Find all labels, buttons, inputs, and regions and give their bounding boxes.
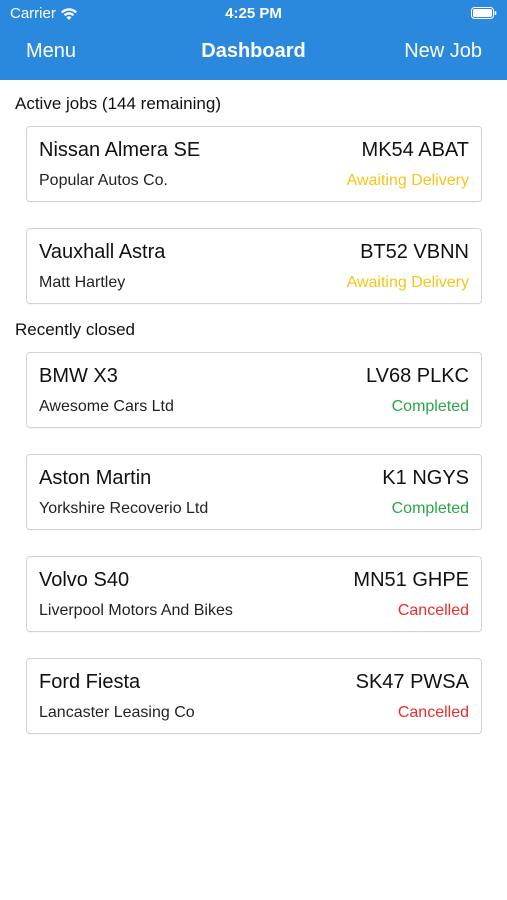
vehicle-name: BMW X3 [39, 365, 118, 387]
job-card[interactable]: Volvo S40 MN51 GHPE Liverpool Motors And… [26, 556, 482, 632]
new-job-button[interactable]: New Job [404, 40, 482, 63]
vehicle-name: Aston Martin [39, 467, 152, 489]
status-label: Awaiting Delivery [346, 172, 469, 189]
registration-plate: SK47 PWSA [355, 671, 469, 693]
customer-name: Lancaster Leasing Co [39, 704, 195, 721]
vehicle-name: Ford Fiesta [39, 671, 141, 693]
customer-name: Liverpool Motors And Bikes [39, 602, 233, 619]
status-bar: Carrier 4:25 PM [0, 0, 507, 28]
registration-plate: MN51 GHPE [353, 569, 469, 591]
registration-plate: K1 NGYS [382, 467, 469, 489]
customer-name: Popular Autos Co. [39, 172, 168, 189]
status-label: Completed [391, 398, 469, 415]
registration-plate: MK54 ABAT [361, 139, 469, 161]
customer-name: Yorkshire Recoverio Ltd [39, 500, 209, 517]
job-card[interactable]: Nissan Almera SE MK54 ABAT Popular Autos… [26, 126, 482, 202]
active-jobs-header: Active jobs (144 remaining) [15, 94, 221, 113]
job-card[interactable]: Vauxhall Astra BT52 VBNN Matt Hartley Aw… [26, 228, 482, 304]
job-card[interactable]: BMW X3 LV68 PLKC Awesome Cars Ltd Comple… [26, 352, 482, 428]
vehicle-name: Nissan Almera SE [39, 139, 201, 161]
vehicle-name: Volvo S40 [39, 569, 130, 591]
status-label: Cancelled [397, 704, 469, 721]
customer-name: Matt Hartley [39, 274, 126, 291]
registration-plate: BT52 VBNN [360, 241, 469, 263]
battery-icon [471, 7, 497, 19]
vehicle-name: Vauxhall Astra [39, 241, 166, 263]
registration-plate: LV68 PLKC [365, 365, 469, 387]
job-card[interactable]: Ford Fiesta SK47 PWSA Lancaster Leasing … [26, 658, 482, 734]
customer-name: Awesome Cars Ltd [39, 398, 174, 415]
status-label: Completed [391, 500, 469, 517]
job-card[interactable]: Aston Martin K1 NGYS Yorkshire Recoverio… [26, 454, 482, 530]
status-label: Awaiting Delivery [346, 274, 469, 291]
clock: 4:25 PM [225, 5, 282, 22]
status-label: Cancelled [397, 602, 469, 619]
recently-closed-header: Recently closed [15, 320, 136, 339]
top-bar: Carrier 4:25 PM Menu Dashboard New Job [0, 0, 507, 80]
navigation-bar: Menu Dashboard New Job [0, 28, 507, 80]
